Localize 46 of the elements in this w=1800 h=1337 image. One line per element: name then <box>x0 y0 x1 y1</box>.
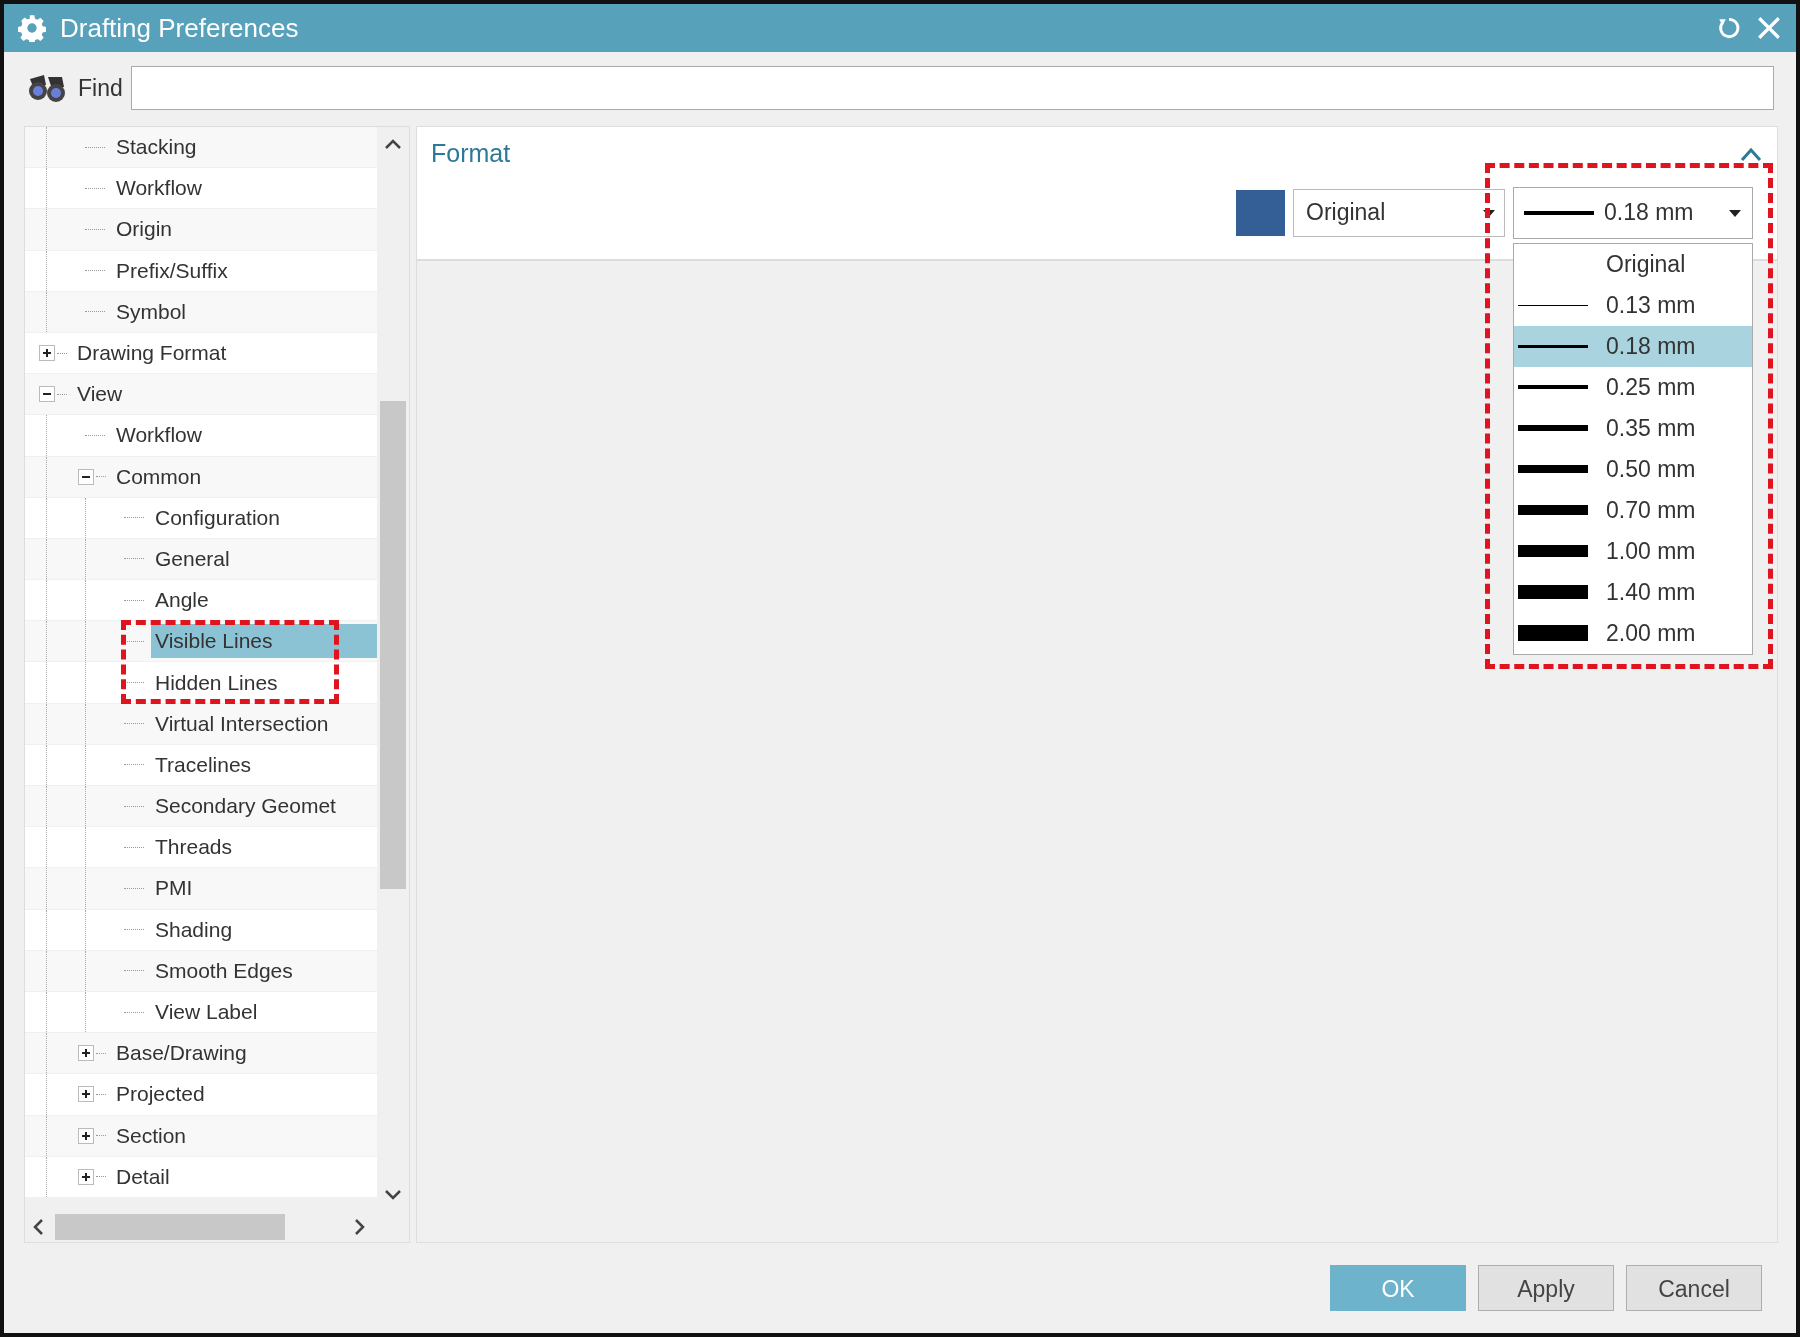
window-title: Drafting Preferences <box>60 11 299 45</box>
expand-icon[interactable] <box>78 1086 94 1103</box>
line-sample-icon <box>1518 344 1588 348</box>
dropdown-option[interactable]: 0.70 mm <box>1514 489 1752 531</box>
dropdown-option[interactable]: 0.25 mm <box>1514 366 1752 408</box>
line-sample-icon <box>1524 210 1594 215</box>
line-sample-icon <box>1518 505 1588 515</box>
dialog-button[interactable]: Apply <box>1478 1265 1614 1311</box>
line-sample-icon <box>1518 385 1588 389</box>
line-sample-icon <box>1518 425 1588 431</box>
line-sample-icon <box>1518 585 1588 599</box>
dropdown-option[interactable]: 2.00 mm <box>1514 612 1752 654</box>
dropdown-option[interactable]: 0.18 mm <box>1514 325 1752 367</box>
dropdown-option[interactable]: 1.40 mm <box>1514 571 1752 613</box>
scrollbar-thumb[interactable] <box>380 401 406 889</box>
scroll-left-icon[interactable] <box>31 1218 45 1236</box>
dropdown-option[interactable]: Original <box>1514 243 1752 285</box>
line-width-dropdown[interactable]: 0.18 mm <box>1513 186 1753 239</box>
dropdown-option[interactable]: 0.13 mm <box>1514 284 1752 326</box>
collapse-icon[interactable] <box>78 468 94 485</box>
reset-icon[interactable] <box>1716 15 1742 41</box>
scroll-down-icon[interactable] <box>384 1188 402 1202</box>
expand-icon[interactable] <box>78 1127 94 1144</box>
collapse-icon[interactable] <box>39 386 55 403</box>
color-swatch[interactable] <box>1236 189 1285 236</box>
line-sample-icon <box>1518 545 1588 557</box>
scrollbar-thumb[interactable] <box>55 1214 285 1240</box>
section-title: Format <box>431 138 511 169</box>
expand-icon[interactable] <box>78 1045 94 1062</box>
find-field[interactable] <box>130 66 1774 110</box>
close-icon[interactable] <box>1756 15 1782 41</box>
dialog-button[interactable]: Cancel <box>1626 1265 1762 1311</box>
tree-item[interactable]: Visible Lines <box>151 624 377 659</box>
scroll-right-icon[interactable] <box>353 1218 367 1236</box>
find-label: Find <box>78 73 123 103</box>
line-sample-icon <box>1518 465 1588 473</box>
expand-icon[interactable] <box>78 1168 94 1185</box>
line-sample-icon <box>1518 304 1588 306</box>
expand-icon[interactable] <box>39 345 55 362</box>
dropdown-option[interactable]: 1.00 mm <box>1514 530 1752 572</box>
dropdown-option[interactable]: 0.35 mm <box>1514 407 1752 449</box>
gear-icon <box>18 14 46 42</box>
caret-icon <box>1728 207 1742 218</box>
dropdown-option[interactable]: 0.50 mm <box>1514 448 1752 490</box>
line-sample-icon <box>1518 625 1588 641</box>
scroll-up-icon[interactable] <box>384 137 402 151</box>
